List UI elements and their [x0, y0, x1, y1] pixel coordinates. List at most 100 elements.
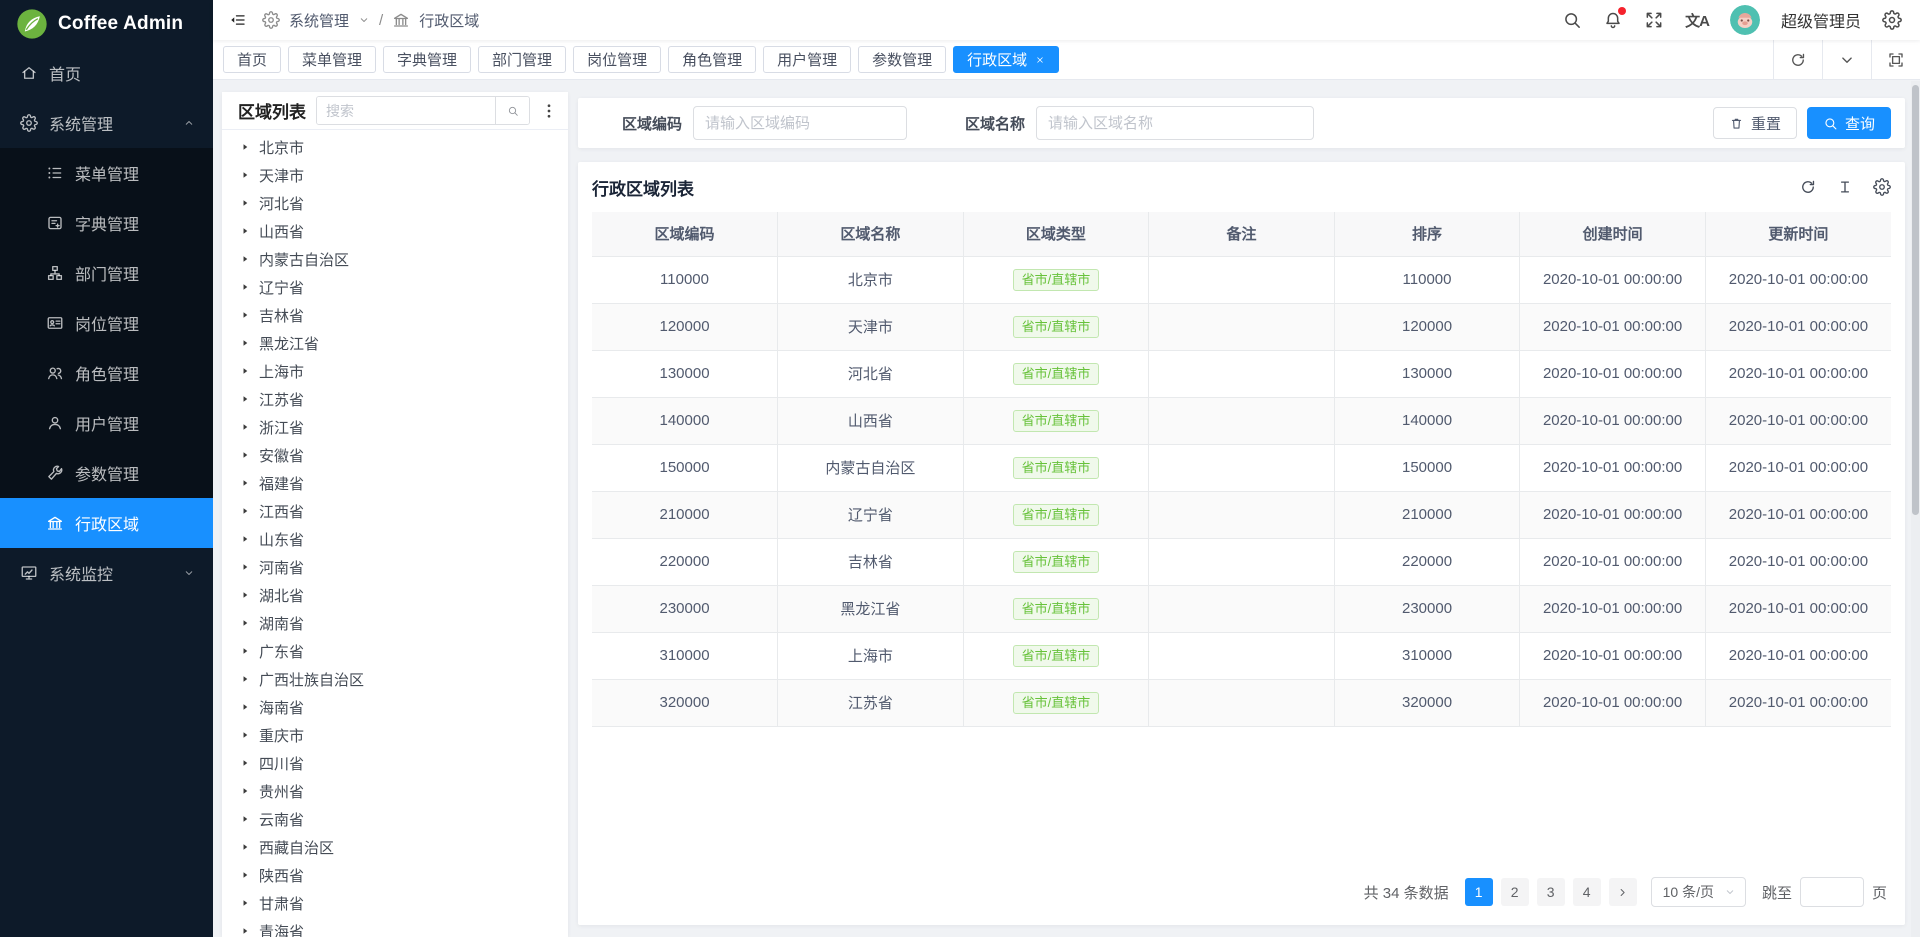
tree-node[interactable]: 黑龙江省 — [234, 329, 568, 357]
table-row[interactable]: 140000山西省省市/直辖市1400002020-10-01 00:00:00… — [592, 397, 1891, 444]
tree-node[interactable]: 福建省 — [234, 469, 568, 497]
tree-node[interactable]: 山西省 — [234, 217, 568, 245]
text-height-icon[interactable] — [1836, 178, 1854, 196]
page-button-2[interactable]: 2 — [1501, 878, 1529, 906]
tree-node[interactable]: 湖北省 — [234, 581, 568, 609]
sidebar-item-post-mgmt[interactable]: 岗位管理 — [0, 298, 213, 348]
tree-node[interactable]: 辽宁省 — [234, 273, 568, 301]
sidebar-item-menu-mgmt[interactable]: 菜单管理 — [0, 148, 213, 198]
table-row[interactable]: 210000辽宁省省市/直辖市2100002020-10-01 00:00:00… — [592, 491, 1891, 538]
tree-node[interactable]: 广东省 — [234, 637, 568, 665]
sidebar-item-home[interactable]: 首页 — [0, 48, 213, 98]
tree-node[interactable]: 内蒙古自治区 — [234, 245, 568, 273]
search-icon[interactable] — [1562, 10, 1582, 30]
tree-node-label: 河北省 — [259, 193, 304, 214]
tree-node[interactable]: 山东省 — [234, 525, 568, 553]
refresh-tab-button[interactable] — [1773, 40, 1822, 79]
tree-node[interactable]: 河南省 — [234, 553, 568, 581]
sidebar-item-dict-mgmt[interactable]: 字典管理 — [0, 198, 213, 248]
page-button-1[interactable]: 1 — [1465, 878, 1493, 906]
tree-node[interactable]: 西藏自治区 — [234, 833, 568, 861]
gear-icon[interactable] — [1873, 178, 1891, 196]
tree-node[interactable]: 青海省 — [234, 917, 568, 937]
tree-node[interactable]: 江苏省 — [234, 385, 568, 413]
breadcrumb-parent[interactable]: 系统管理 — [289, 10, 349, 31]
tree-node[interactable]: 河北省 — [234, 189, 568, 217]
tab-用户管理[interactable]: 用户管理 — [763, 46, 851, 73]
tree-node[interactable]: 贵州省 — [234, 777, 568, 805]
table-row[interactable]: 120000天津市省市/直辖市1200002020-10-01 00:00:00… — [592, 303, 1891, 350]
tree-node[interactable]: 北京市 — [234, 133, 568, 161]
sidebar-item-region[interactable]: 行政区域 — [0, 498, 213, 548]
sidebar-item-system-monitor[interactable]: 系统监控 — [0, 548, 213, 598]
tree-node[interactable]: 湖南省 — [234, 609, 568, 637]
tree-node[interactable]: 云南省 — [234, 805, 568, 833]
tree-node[interactable]: 上海市 — [234, 357, 568, 385]
tree-node-label: 云南省 — [259, 809, 304, 830]
notifications-button[interactable] — [1603, 10, 1623, 30]
sidebar-item-label: 部门管理 — [75, 261, 139, 285]
tree-node[interactable]: 海南省 — [234, 693, 568, 721]
scrollbar-thumb[interactable] — [1912, 85, 1919, 515]
fullscreen-icon[interactable] — [1644, 10, 1664, 30]
window-scrollbar[interactable] — [1911, 81, 1920, 937]
tab-字典管理[interactable]: 字典管理 — [383, 46, 471, 73]
settings-gear-icon[interactable] — [1882, 10, 1902, 30]
tree-more-button[interactable] — [540, 102, 558, 120]
sidebar-item-label: 行政区域 — [75, 511, 139, 535]
tab-角色管理[interactable]: 角色管理 — [668, 46, 756, 73]
tab-行政区域[interactable]: 行政区域 — [953, 46, 1059, 73]
table-row[interactable]: 310000上海市省市/直辖市3100002020-10-01 00:00:00… — [592, 632, 1891, 679]
tree-node[interactable]: 江西省 — [234, 497, 568, 525]
region-code-input[interactable] — [693, 106, 907, 140]
cell-code: 120000 — [592, 303, 778, 350]
tab-首页[interactable]: 首页 — [223, 46, 281, 73]
tab-options-button[interactable] — [1822, 40, 1871, 79]
tree-node-label: 吉林省 — [259, 305, 304, 326]
tab-label: 行政区域 — [967, 49, 1027, 70]
tree-node[interactable]: 四川省 — [234, 749, 568, 777]
pagination-total: 共 34 条数据 — [1364, 882, 1449, 903]
table-row[interactable]: 320000江苏省省市/直辖市3200002020-10-01 00:00:00… — [592, 679, 1891, 726]
tree-search-button[interactable] — [495, 97, 529, 124]
sidebar-item-dept-mgmt[interactable]: 部门管理 — [0, 248, 213, 298]
chevron-down-icon — [358, 14, 370, 26]
tree-node[interactable]: 天津市 — [234, 161, 568, 189]
refresh-icon[interactable] — [1799, 178, 1817, 196]
reset-button[interactable]: 重置 — [1713, 107, 1797, 139]
table-row[interactable]: 230000黑龙江省省市/直辖市2300002020-10-01 00:00:0… — [592, 585, 1891, 632]
tree-node[interactable]: 重庆市 — [234, 721, 568, 749]
current-user-name[interactable]: 超级管理员 — [1781, 8, 1861, 32]
tree-node[interactable]: 广西壮族自治区 — [234, 665, 568, 693]
page-size-select[interactable]: 10 条/页 — [1651, 877, 1746, 907]
tree-node[interactable]: 吉林省 — [234, 301, 568, 329]
sidebar-item-system-mgmt[interactable]: 系统管理 — [0, 98, 213, 148]
table-row[interactable]: 130000河北省省市/直辖市1300002020-10-01 00:00:00… — [592, 350, 1891, 397]
tree-node[interactable]: 甘肃省 — [234, 889, 568, 917]
page-button-4[interactable]: 4 — [1573, 878, 1601, 906]
table-row[interactable]: 220000吉林省省市/直辖市2200002020-10-01 00:00:00… — [592, 538, 1891, 585]
tree-node[interactable]: 浙江省 — [234, 413, 568, 441]
tab-岗位管理[interactable]: 岗位管理 — [573, 46, 661, 73]
tree-search-input[interactable] — [317, 97, 495, 124]
tab-菜单管理[interactable]: 菜单管理 — [288, 46, 376, 73]
tree-node[interactable]: 陕西省 — [234, 861, 568, 889]
page-button-3[interactable]: 3 — [1537, 878, 1565, 906]
tab-部门管理[interactable]: 部门管理 — [478, 46, 566, 73]
table-row[interactable]: 150000内蒙古自治区省市/直辖市1500002020-10-01 00:00… — [592, 444, 1891, 491]
region-name-input[interactable] — [1036, 106, 1314, 140]
avatar[interactable] — [1730, 5, 1760, 35]
search-button[interactable]: 查询 — [1807, 107, 1891, 139]
next-page-button[interactable] — [1609, 878, 1637, 906]
jump-to-page-input[interactable] — [1800, 877, 1864, 907]
language-switch-icon[interactable]: 文A — [1685, 10, 1709, 31]
region-type-tag: 省市/直辖市 — [1013, 645, 1100, 667]
sidebar-item-user-mgmt[interactable]: 用户管理 — [0, 398, 213, 448]
sidebar-item-role-mgmt[interactable]: 角色管理 — [0, 348, 213, 398]
sidebar-item-param-mgmt[interactable]: 参数管理 — [0, 448, 213, 498]
tab-参数管理[interactable]: 参数管理 — [858, 46, 946, 73]
tree-node[interactable]: 安徽省 — [234, 441, 568, 469]
table-row[interactable]: 110000北京市省市/直辖市1100002020-10-01 00:00:00… — [592, 256, 1891, 303]
menu-fold-icon[interactable] — [229, 11, 247, 29]
maximize-content-button[interactable] — [1871, 40, 1920, 79]
